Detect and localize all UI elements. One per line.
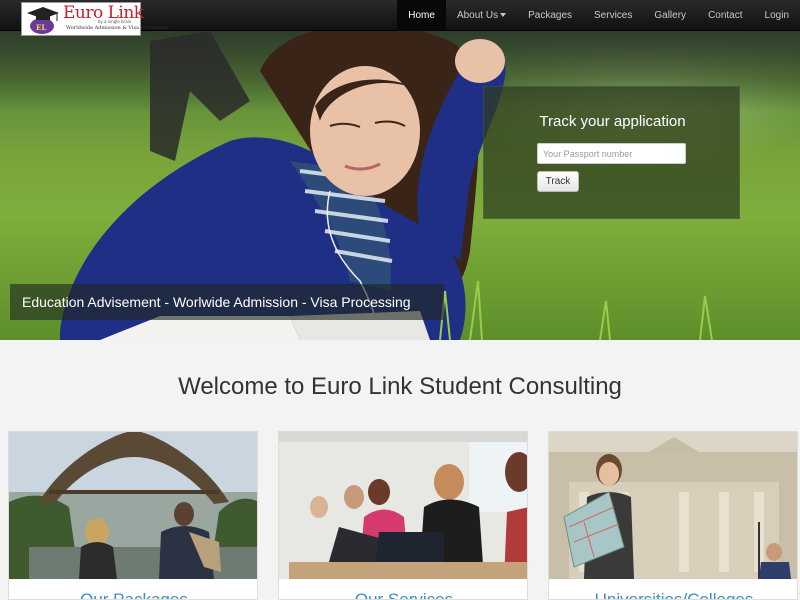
navbar: EL Euro Link by a single brain Worldwide… xyxy=(0,0,800,36)
card-services[interactable]: Our Services xyxy=(278,431,528,600)
card-packages-title[interactable]: Our Packages xyxy=(9,590,257,599)
card-universities[interactable]: Universities/Colleges xyxy=(548,431,798,600)
card-services-title[interactable]: Our Services xyxy=(279,590,527,599)
track-application-panel: Track your application Track xyxy=(483,86,740,219)
nav-login[interactable]: Login xyxy=(754,0,800,31)
track-button[interactable]: Track xyxy=(537,171,579,192)
passport-number-input[interactable] xyxy=(537,143,686,164)
nav-gallery[interactable]: Gallery xyxy=(643,0,697,31)
nav-about-us-label: About Us xyxy=(456,10,499,21)
main-nav: Home About Us Packages Services Gallery … xyxy=(397,0,800,31)
brand-tagline: Worldwide Admission & Visa Processing xyxy=(66,25,169,31)
track-title: Track your application xyxy=(539,113,686,130)
students-laptops-photo xyxy=(279,432,527,579)
nav-contact[interactable]: Contact xyxy=(697,0,753,31)
nav-home[interactable]: Home xyxy=(397,0,446,31)
nav-about-us[interactable]: About Us xyxy=(446,0,517,31)
brand-small-text: by a single brain xyxy=(98,19,132,24)
hero-banner: Track your application Track Education A… xyxy=(0,31,800,340)
nav-services[interactable]: Services xyxy=(583,0,643,31)
hero-tagline: Education Advisement - Worlwide Admissio… xyxy=(10,284,444,320)
graduation-cap-icon: EL xyxy=(27,7,59,34)
eiffel-tower-photo xyxy=(9,432,257,579)
caret-down-icon xyxy=(500,13,507,18)
brand-logo[interactable]: EL Euro Link by a single brain Worldwide… xyxy=(21,2,168,36)
nav-gallery-label: Gallery xyxy=(654,10,687,21)
nav-services-label: Services xyxy=(594,10,633,21)
nav-packages-label: Packages xyxy=(528,10,573,21)
nav-contact-label: Contact xyxy=(708,10,743,21)
card-universities-title[interactable]: Universities/Colleges xyxy=(549,590,797,599)
student-with-map-photo xyxy=(549,432,797,579)
nav-home-label: Home xyxy=(408,10,435,21)
nav-login-label: Login xyxy=(764,10,789,21)
nav-packages[interactable]: Packages xyxy=(517,0,583,31)
card-packages[interactable]: Our Packages xyxy=(8,431,258,600)
svg-text:EL: EL xyxy=(36,23,46,32)
welcome-heading: Welcome to Euro Link Student Consulting xyxy=(178,373,622,400)
